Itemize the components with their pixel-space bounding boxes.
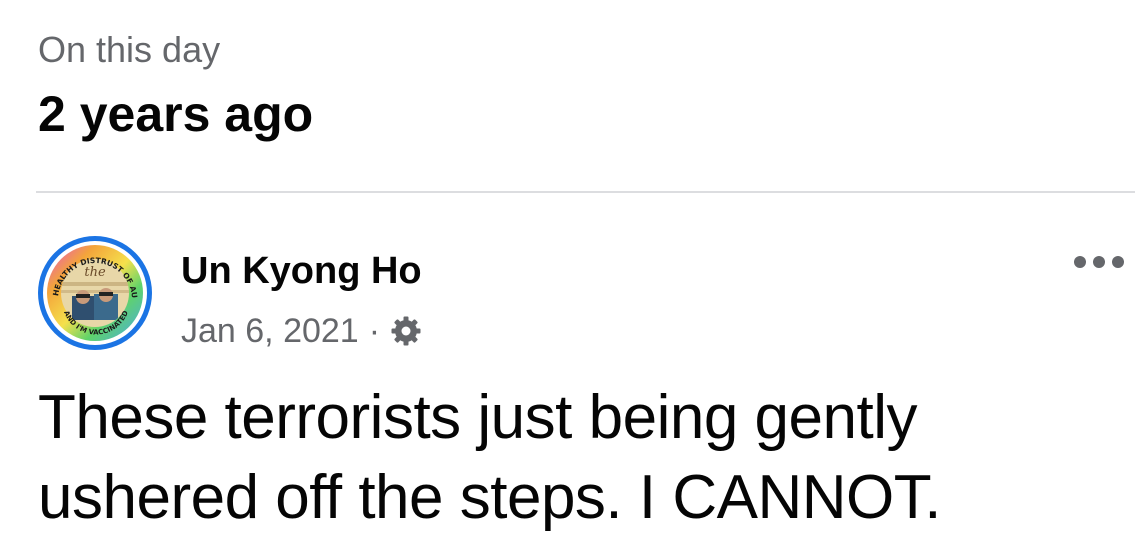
post-meta: Jan 6, 2021 ·	[181, 308, 422, 354]
gear-icon[interactable]	[390, 315, 422, 347]
post-date[interactable]: Jan 6, 2021	[181, 312, 359, 351]
memory-title: 2 years ago	[38, 86, 314, 142]
more-options-icon[interactable]	[1067, 244, 1131, 280]
memory-label: On this day	[38, 29, 221, 70]
badge-center-text: the	[84, 265, 106, 280]
avatar[interactable]: the I HAVE A HEALTHY DISTRUST OF AUTHORI…	[32, 227, 154, 352]
divider	[36, 191, 1135, 193]
author-name[interactable]: Un Kyong Ho	[181, 248, 422, 294]
avatar-image: the I HAVE A HEALTHY DISTRUST OF AUTHORI…	[32, 227, 152, 350]
meta-separator: ·	[368, 311, 381, 350]
post-text: These terrorists just being gently usher…	[38, 383, 941, 532]
